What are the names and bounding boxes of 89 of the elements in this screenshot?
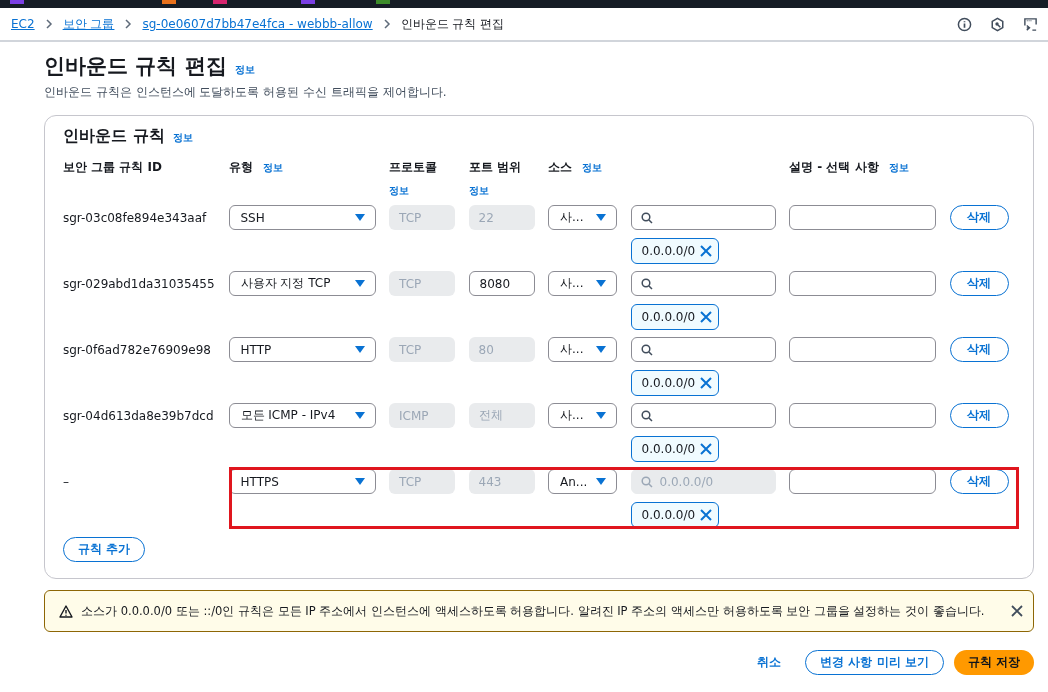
port-field: 443 bbox=[468, 469, 535, 494]
info-link[interactable]: 정보 bbox=[262, 161, 283, 175]
breadcrumb-link[interactable]: 보안 그룹 bbox=[62, 15, 115, 33]
protocol-field: TCP bbox=[389, 205, 455, 230]
page-description: 인바운드 규칙은 인스턴스에 도달하도록 허용된 수신 트래픽을 제어합니다. bbox=[44, 84, 448, 101]
source-token: 0.0.0.0/0 bbox=[630, 304, 719, 330]
source-token: 0.0.0.0/0 bbox=[630, 238, 719, 264]
page-title: 인바운드 규칙 편집 bbox=[44, 53, 227, 80]
close-icon[interactable] bbox=[1011, 605, 1023, 617]
remove-icon[interactable] bbox=[699, 245, 712, 257]
caret-icon bbox=[354, 280, 365, 287]
source-search-field[interactable] bbox=[630, 337, 776, 362]
terminal-icon[interactable] bbox=[1023, 16, 1038, 32]
source-token: 0.0.0.0/0 bbox=[630, 370, 719, 396]
type-select[interactable]: HTTP bbox=[228, 337, 376, 362]
source-token: 0.0.0.0/0 bbox=[630, 436, 719, 462]
type-select[interactable]: 사용자 지정 TCP bbox=[228, 271, 376, 296]
protocol-field: TCP bbox=[389, 469, 455, 494]
info-link[interactable]: 정보 bbox=[888, 161, 909, 175]
warning-text: 소스가 0.0.0.0/0 또는 ::/0인 규칙은 모든 IP 주소에서 인스턴스에 액세스하도록 허용합니다. 알려진 IP 주소의 액세스만 허용하도록 보안 그룹을 설정하는 것이 좋습니다. bbox=[81, 603, 986, 619]
caret-icon bbox=[596, 280, 606, 287]
source-token: 0.0.0.0/0 bbox=[630, 502, 719, 528]
port-field: 80 bbox=[468, 337, 535, 362]
breadcrumb-link[interactable]: sg-0e0607d7bb47e4fca - webbb-allow bbox=[142, 17, 373, 31]
info-link[interactable]: 정보 bbox=[582, 161, 602, 175]
column-header: 유형 bbox=[228, 159, 253, 176]
rule-id: sgr-0f6ad782e76909e98 bbox=[63, 342, 212, 359]
delete-button[interactable]: 삭제 bbox=[949, 469, 1009, 494]
source-select[interactable]: 사... bbox=[548, 403, 617, 428]
source-select[interactable]: 사... bbox=[548, 205, 617, 230]
column-header: 설명 - 선택 사항 bbox=[789, 159, 879, 176]
caret-icon bbox=[354, 478, 365, 485]
port-field[interactable]: 8080 bbox=[468, 271, 535, 296]
column-header: 프로토콜 bbox=[389, 159, 437, 176]
column-header: 포트 범위 bbox=[468, 159, 521, 176]
info-icon[interactable] bbox=[957, 16, 972, 32]
breadcrumb-current: 인바운드 규칙 편집 bbox=[400, 15, 505, 33]
protocol-field: TCP bbox=[389, 271, 455, 296]
type-select[interactable]: SSH bbox=[228, 205, 376, 230]
column-header: 보안 그룹 규칙 ID bbox=[63, 159, 162, 176]
protocol-field: TCP bbox=[389, 337, 455, 362]
info-link[interactable]: 정보 bbox=[172, 131, 193, 145]
info-link[interactable]: 정보 bbox=[389, 184, 409, 198]
hexagon-icon[interactable] bbox=[990, 16, 1005, 32]
delete-button[interactable]: 삭제 bbox=[949, 205, 1009, 230]
source-search-field[interactable] bbox=[630, 403, 776, 428]
type-select[interactable]: 모든 ICMP - IPv4 bbox=[228, 403, 376, 428]
chevron-icon bbox=[123, 19, 134, 29]
remove-icon[interactable] bbox=[699, 377, 712, 389]
chevron-icon bbox=[381, 19, 392, 29]
caret-icon bbox=[596, 478, 606, 485]
description-field[interactable] bbox=[789, 337, 936, 362]
rule-id: sgr-029abd1da31035455 bbox=[63, 276, 215, 293]
chevron-icon bbox=[43, 19, 54, 29]
cancel-button[interactable]: 취소 bbox=[743, 654, 796, 671]
remove-icon[interactable] bbox=[699, 509, 712, 521]
source-search-field[interactable] bbox=[630, 205, 776, 230]
delete-button[interactable]: 삭제 bbox=[949, 403, 1009, 428]
port-field: 22 bbox=[468, 205, 535, 230]
source-select[interactable]: 사... bbox=[548, 271, 617, 296]
source-select[interactable]: 사... bbox=[548, 337, 617, 362]
remove-icon[interactable] bbox=[699, 311, 712, 323]
delete-button[interactable]: 삭제 bbox=[949, 337, 1009, 362]
rule-id: – bbox=[63, 474, 70, 491]
rule-id: sgr-03c08fe894e343aaf bbox=[63, 210, 208, 227]
caret-icon bbox=[354, 412, 365, 419]
rule-id: sgr-04d613da8e39b7dcd bbox=[63, 408, 215, 425]
description-field[interactable] bbox=[789, 403, 936, 428]
port-field: 전체 bbox=[468, 403, 535, 428]
caret-icon bbox=[596, 214, 606, 221]
info-link[interactable]: 정보 bbox=[468, 184, 489, 198]
caret-icon bbox=[596, 412, 606, 419]
info-link[interactable]: 정보 bbox=[234, 63, 255, 77]
add-rule-button[interactable]: 규칙 추가 bbox=[63, 537, 146, 562]
delete-button[interactable]: 삭제 bbox=[949, 271, 1009, 296]
source-search-field[interactable] bbox=[630, 271, 776, 296]
save-button[interactable]: 규칙 저장 bbox=[953, 650, 1034, 675]
column-header: 소스 bbox=[548, 159, 572, 176]
remove-icon[interactable] bbox=[699, 443, 712, 455]
panel-title: 인바운드 규칙 bbox=[63, 126, 165, 147]
caret-icon bbox=[354, 214, 365, 221]
protocol-field: ICMP bbox=[389, 403, 455, 428]
warning-icon bbox=[59, 604, 73, 618]
description-field[interactable] bbox=[789, 271, 936, 296]
preview-button[interactable]: 변경 사항 미리 보기 bbox=[805, 650, 944, 675]
caret-icon bbox=[354, 346, 365, 353]
breadcrumb-link[interactable]: EC2 bbox=[11, 17, 35, 31]
description-field[interactable] bbox=[789, 205, 936, 230]
caret-icon bbox=[596, 346, 606, 353]
